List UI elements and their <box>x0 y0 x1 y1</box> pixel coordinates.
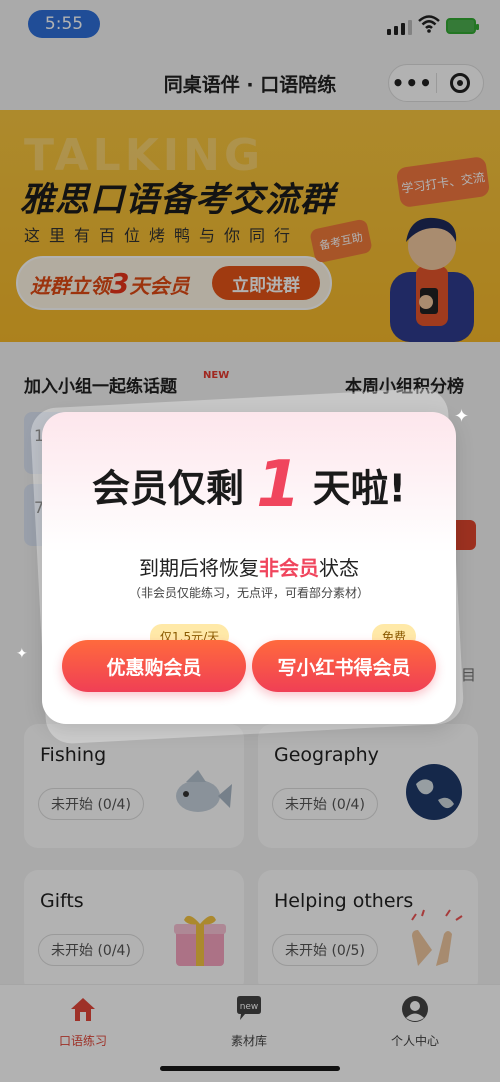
sparkle-icon: ✦ <box>454 406 470 427</box>
modal-headline: 会员仅剩 1 天啦! <box>42 448 456 522</box>
buy-membership-button[interactable]: 优惠购会员 <box>62 640 246 692</box>
status-post: 状态 <box>319 556 359 580</box>
days-remaining: 1 <box>256 448 301 522</box>
modal-status-line: 到期后将恢复非会员状态 <box>42 552 456 581</box>
membership-expiry-modal: 会员仅剩 1 天啦! 到期后将恢复非会员状态 （非会员仅能练习，无点评，可看部分素材… <box>42 412 456 724</box>
status-highlight: 非会员 <box>259 556 319 580</box>
status-pre: 到期后将恢复 <box>139 556 259 580</box>
modal-note: （非会员仅能练习，无点评，可看部分素材） <box>128 586 369 600</box>
headline-pre: 会员仅剩 <box>92 466 245 511</box>
write-post-for-membership-button[interactable]: 写小红书得会员 <box>252 640 436 692</box>
sparkle-icon: ✦ <box>16 646 28 662</box>
headline-post: 天啦! <box>312 466 406 511</box>
home-indicator <box>160 1066 340 1071</box>
